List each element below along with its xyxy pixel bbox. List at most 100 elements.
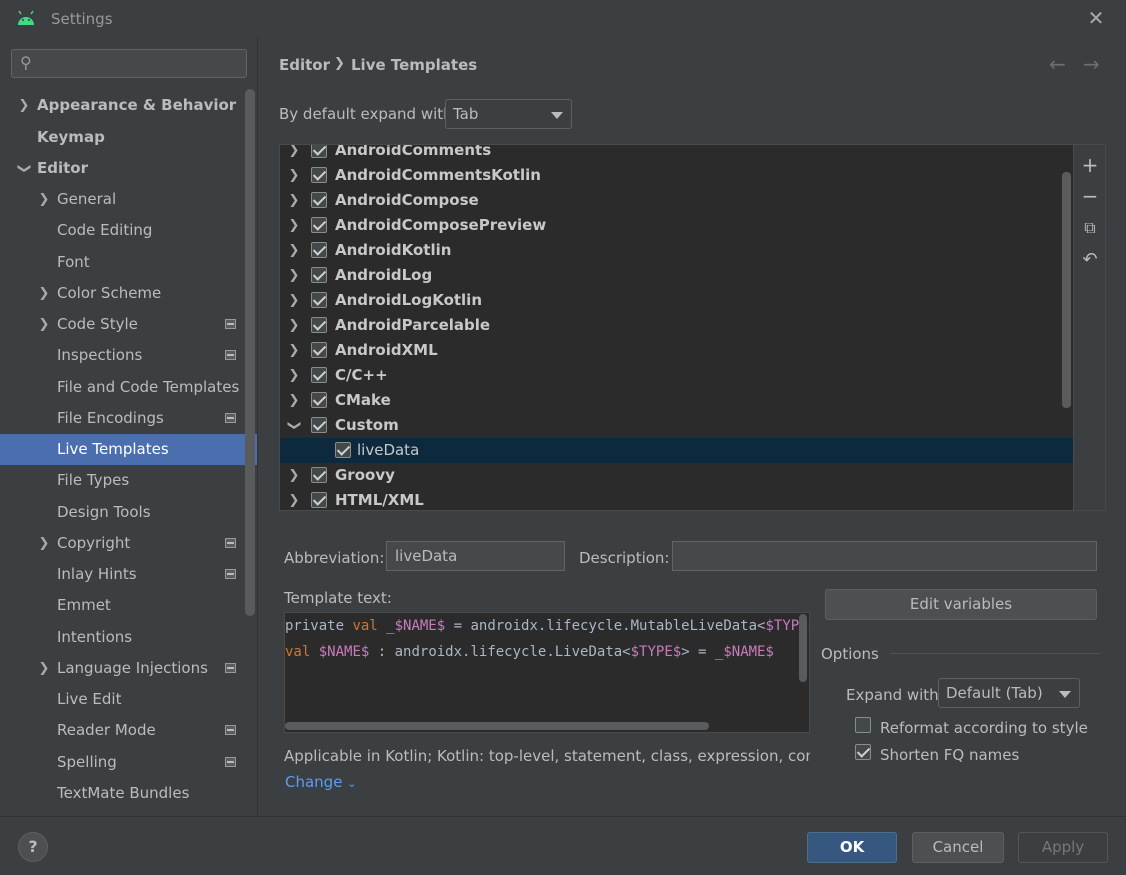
reformat-label: Reformat according to style [880, 719, 1088, 737]
sidebar-item-spelling[interactable]: Spelling [0, 747, 245, 778]
sidebar-item-file-code-templates[interactable]: File and Code Templates [0, 372, 245, 403]
template-group-androidcomments[interactable]: ❯ AndroidComments [280, 145, 1073, 163]
template-group-androidparcelable[interactable]: ❯ AndroidParcelable [280, 313, 1073, 338]
group-label: AndroidXML [335, 341, 438, 359]
sidebar-item-file-types[interactable]: File Types [0, 465, 245, 496]
help-button[interactable]: ? [18, 832, 48, 862]
sidebar-item-color-scheme[interactable]: ❯ Color Scheme [0, 278, 245, 309]
template-group-cmake[interactable]: ❯ CMake [280, 388, 1073, 413]
group-checkbox[interactable] [311, 492, 327, 508]
sidebar-item-keymap[interactable]: Keymap [0, 122, 245, 153]
change-context-link[interactable]: Change ⌄ [285, 773, 356, 791]
group-checkbox[interactable] [311, 242, 327, 258]
shorten-fq-checkbox[interactable] [855, 744, 871, 760]
editor-vertical-scrollbar[interactable] [799, 614, 807, 682]
close-icon[interactable]: ✕ [1084, 6, 1108, 30]
chevron-right-icon: ❯ [288, 343, 300, 358]
group-checkbox[interactable] [311, 467, 327, 483]
template-group-androidcomposepreview[interactable]: ❯ AndroidComposePreview [280, 213, 1073, 238]
sidebar-item-copyright[interactable]: ❯ Copyright [0, 528, 245, 559]
copy-icon[interactable]: ⧉ [1074, 213, 1106, 243]
add-icon[interactable]: + [1074, 150, 1106, 180]
group-checkbox[interactable] [311, 392, 327, 408]
template-group-groovy[interactable]: ❯ Groovy [280, 463, 1073, 488]
template-group-custom[interactable]: ❯ Custom [280, 413, 1073, 438]
group-checkbox[interactable] [311, 167, 327, 183]
back-arrow-icon[interactable]: ← [1049, 52, 1066, 76]
template-group-androidlog[interactable]: ❯ AndroidLog [280, 263, 1073, 288]
options-expand-dropdown[interactable]: Default (Tab) [938, 678, 1080, 708]
templates-tree[interactable]: ❯ AndroidComments ❯ AndroidCommentsKotli… [279, 144, 1074, 511]
group-checkbox[interactable] [311, 367, 327, 383]
chevron-right-icon: ❯ [288, 268, 300, 283]
code-line-2: val $NAME$ : androidx.lifecycle.LiveData… [285, 639, 774, 665]
ok-button[interactable]: OK [807, 832, 897, 863]
description-field[interactable] [672, 541, 1097, 571]
remove-icon[interactable]: − [1074, 181, 1106, 211]
abbreviation-field[interactable]: liveData [386, 541, 565, 571]
group-checkbox[interactable] [311, 317, 327, 333]
project-scope-icon [225, 319, 236, 329]
code-token: > = _ [681, 644, 724, 660]
template-group-androidkotlin[interactable]: ❯ AndroidKotlin [280, 238, 1073, 263]
template-checkbox[interactable] [335, 442, 351, 458]
sidebar-item-intentions[interactable]: Intentions [0, 622, 245, 653]
title-bar [0, 0, 1126, 38]
group-checkbox[interactable] [311, 342, 327, 358]
sidebar-item-font[interactable]: Font [0, 247, 245, 278]
sidebar-item-live-templates[interactable]: Live Templates [0, 434, 257, 465]
sidebar-item-reader-mode[interactable]: Reader Mode [0, 715, 245, 746]
editor-horizontal-scrollbar[interactable] [285, 722, 709, 730]
group-checkbox[interactable] [311, 417, 327, 433]
group-label: AndroidCompose [335, 191, 479, 209]
sidebar-item-inspections[interactable]: Inspections [0, 340, 245, 371]
group-checkbox[interactable] [311, 292, 327, 308]
template-group-androidxml[interactable]: ❯ AndroidXML [280, 338, 1073, 363]
template-text-editor[interactable]: private val _$NAME$ = androidx.lifecycle… [284, 612, 810, 733]
template-item-livedata[interactable]: liveData [280, 438, 1073, 463]
project-scope-icon [225, 725, 236, 735]
code-variable: $TYPE$ [630, 644, 682, 660]
reformat-checkbox[interactable] [855, 717, 871, 733]
sidebar-item-live-edit[interactable]: Live Edit [0, 684, 245, 715]
sidebar-item-language-injections[interactable]: ❯ Language Injections [0, 653, 245, 684]
sidebar-item-file-encodings[interactable]: File Encodings [0, 403, 245, 434]
group-checkbox[interactable] [311, 145, 327, 158]
chevron-right-icon: ❯ [38, 661, 50, 676]
sidebar-item-label: Code Editing [57, 221, 153, 239]
group-checkbox[interactable] [311, 217, 327, 233]
sidebar-item-label: Spelling [57, 753, 117, 771]
group-checkbox[interactable] [311, 267, 327, 283]
sidebar-item-emmet[interactable]: Emmet [0, 590, 245, 621]
android-logo-icon [18, 10, 34, 25]
sidebar-scrollbar[interactable] [245, 89, 255, 616]
group-checkbox[interactable] [311, 192, 327, 208]
sidebar-item-general[interactable]: ❯ General [0, 184, 245, 215]
restore-icon[interactable]: ↶ [1074, 245, 1106, 275]
sidebar-item-design-tools[interactable]: Design Tools [0, 497, 245, 528]
sidebar-item-editor[interactable]: ❯ Editor [0, 153, 245, 184]
options-divider [890, 653, 1100, 654]
dropdown-caret-icon [551, 112, 563, 119]
templates-scrollbar[interactable] [1062, 172, 1071, 408]
template-group-androidcommentskotlin[interactable]: ❯ AndroidCommentsKotlin [280, 163, 1073, 188]
sidebar-item-code-editing[interactable]: Code Editing [0, 215, 245, 246]
sidebar-item-textmate-bundles[interactable]: TextMate Bundles [0, 778, 245, 809]
search-input[interactable]: ⚲ [11, 49, 247, 78]
template-group-androidlogkotlin[interactable]: ❯ AndroidLogKotlin [280, 288, 1073, 313]
expand-with-dropdown[interactable]: Tab [445, 99, 572, 129]
sidebar-item-appearance-behavior[interactable]: ❯ Appearance & Behavior [0, 90, 245, 121]
group-label: AndroidComposePreview [335, 216, 547, 234]
apply-button[interactable]: Apply [1018, 832, 1108, 863]
forward-arrow-icon[interactable]: → [1083, 52, 1100, 76]
sidebar-item-code-style[interactable]: ❯ Code Style [0, 309, 245, 340]
options-expand-value: Default (Tab) [946, 684, 1043, 702]
description-label: Description: [579, 549, 670, 567]
template-group-androidcompose[interactable]: ❯ AndroidCompose [280, 188, 1073, 213]
breadcrumb-parent[interactable]: Editor [279, 56, 330, 74]
template-group-cpp[interactable]: ❯ C/C++ [280, 363, 1073, 388]
cancel-button[interactable]: Cancel [912, 832, 1004, 863]
template-group-htmlxml[interactable]: ❯ HTML/XML [280, 488, 1073, 510]
edit-variables-button[interactable]: Edit variables [825, 589, 1097, 620]
sidebar-item-inlay-hints[interactable]: Inlay Hints [0, 559, 245, 590]
